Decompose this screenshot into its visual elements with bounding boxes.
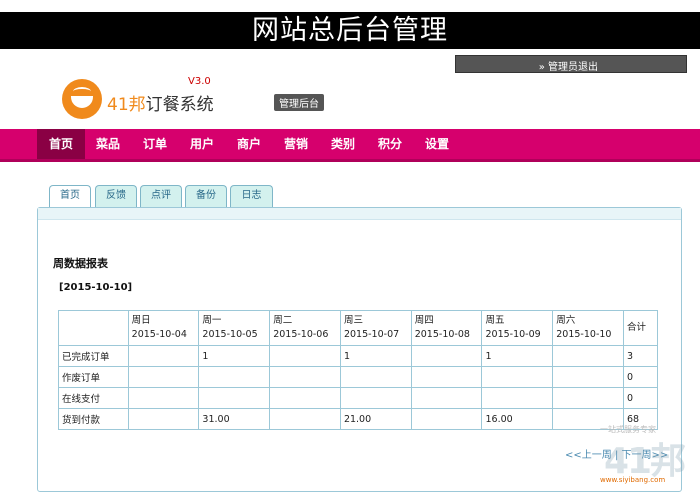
panel-header-strip (38, 208, 681, 220)
table-cell (481, 366, 554, 388)
table-row: 在线支付 0 (58, 387, 658, 409)
table-cell (269, 366, 341, 388)
header-day: 周三 (343, 315, 363, 326)
watermark-url: www.siyibang.com (600, 476, 666, 484)
table-cell: 31.00 (198, 408, 271, 430)
table-cell (269, 408, 341, 430)
bowl-logo-icon (62, 79, 102, 119)
table-cell: 1 (481, 345, 554, 367)
header-date: 2015-10-06 (273, 329, 329, 340)
table-cell-total: 3 (623, 345, 658, 367)
header-date: 2015-10-04 (131, 329, 187, 340)
header-day: 周二 (273, 315, 293, 326)
logo-name-prefix: 41邦 (107, 95, 146, 115)
main-nav: 首页 菜品 订单 用户 商户 营销 类别 积分 设置 (0, 129, 700, 162)
tab-feedback[interactable]: 反馈 (95, 185, 137, 207)
header-date: 2015-10-10 (556, 329, 612, 340)
table-cell (481, 387, 554, 409)
table-header-cell: 周日 2015-10-04 (127, 310, 200, 346)
table-cell: 1 (339, 345, 412, 367)
logo-name-suffix: 订餐系统 (145, 95, 214, 115)
header: » 管理员退出 41邦订餐系统 V3.0 管理后台 (0, 49, 700, 129)
report-title: 周数据报表 (53, 257, 108, 270)
header-day: 周日 (131, 315, 151, 326)
logo-version: V3.0 (188, 76, 211, 87)
table-cell-total: 0 (623, 387, 658, 409)
watermark: 一站式服务专家 41邦 www.siyibang.com (596, 424, 696, 484)
row-label: 货到付款 (58, 408, 129, 430)
nav-item-users[interactable]: 用户 (181, 129, 223, 159)
nav-item-marketing[interactable]: 营销 (275, 129, 317, 159)
weekly-report-table: 周日 2015-10-04 周一 2015-10-05 周二 2015-10-06 周… (58, 310, 658, 430)
report-date: [2015-10-10] (59, 282, 133, 293)
table-header-cell: 周六 2015-10-10 (552, 310, 625, 346)
table-header-cell: 周五 2015-10-09 (481, 310, 554, 346)
row-label: 在线支付 (58, 387, 129, 409)
table-cell (410, 408, 483, 430)
table-header-cell: 周三 2015-10-07 (339, 310, 412, 346)
row-label: 已完成订单 (58, 345, 129, 367)
nav-item-orders[interactable]: 订单 (134, 129, 176, 159)
table-row: 货到付款 31.00 21.00 16.00 68 (58, 408, 658, 430)
header-date: 2015-10-08 (414, 329, 470, 340)
logout-bar: » 管理员退出 (455, 55, 687, 73)
header-date: 2015-10-09 (485, 329, 541, 340)
header-day: 周六 (556, 315, 576, 326)
table-cell (410, 366, 483, 388)
table-cell (269, 345, 341, 367)
banner-title: 网站总后台管理 (252, 15, 448, 46)
table-cell (127, 345, 200, 367)
nav-item-merchants[interactable]: 商户 (228, 129, 270, 159)
nav-item-dishes[interactable]: 菜品 (87, 129, 129, 159)
table-row: 作废订单 0 (58, 366, 658, 388)
tab-home[interactable]: 首页 (49, 185, 91, 208)
header-date: 2015-10-07 (343, 329, 400, 340)
header-day: 周五 (485, 315, 505, 326)
header-date: 2015-10-05 (202, 329, 258, 340)
admin-badge: 管理后台 (274, 94, 324, 111)
table-cell (127, 366, 200, 388)
logo: 41邦订餐系统 V3.0 (62, 76, 222, 121)
table-cell (339, 366, 412, 388)
table-header-cell: 周四 2015-10-08 (410, 310, 483, 346)
table-cell (410, 387, 483, 409)
header-day: 周四 (414, 315, 434, 326)
row-label: 作废订单 (58, 366, 129, 388)
table-header-cell: 周二 2015-10-06 (269, 310, 341, 346)
table-cell (552, 345, 625, 367)
table-cell (198, 366, 271, 388)
nav-item-settings[interactable]: 设置 (416, 129, 458, 159)
table-cell (552, 366, 625, 388)
header-day: 周一 (202, 315, 222, 326)
top-banner: 网站总后台管理 (0, 12, 700, 49)
nav-item-categories[interactable]: 类别 (322, 129, 364, 159)
table-cell (127, 408, 200, 430)
tab-logs[interactable]: 日志 (230, 185, 273, 207)
table-cell: 1 (198, 345, 271, 367)
table-header-row: 周日 2015-10-04 周一 2015-10-05 周二 2015-10-06 周… (58, 310, 658, 346)
table-header-corner (58, 310, 129, 346)
table-cell (339, 387, 412, 409)
table-cell (552, 387, 625, 409)
table-header-total: 合计 (623, 310, 658, 346)
table-cell (198, 387, 271, 409)
table-cell (410, 345, 483, 367)
table-cell (269, 387, 341, 409)
tab-backup[interactable]: 备份 (185, 185, 227, 207)
table-cell (127, 387, 200, 409)
table-cell-total: 0 (623, 366, 658, 388)
nav-item-home[interactable]: 首页 (37, 129, 85, 159)
logout-link[interactable]: » 管理员退出 (539, 58, 598, 73)
table-header-cell: 周一 2015-10-05 (198, 310, 271, 346)
table-cell: 21.00 (339, 408, 412, 430)
nav-item-points[interactable]: 积分 (369, 129, 411, 159)
table-row: 已完成订单 1 1 1 3 (58, 345, 658, 367)
logo-name: 41邦订餐系统 (107, 90, 214, 115)
tab-reviews[interactable]: 点评 (140, 185, 182, 207)
table-cell: 16.00 (481, 408, 554, 430)
